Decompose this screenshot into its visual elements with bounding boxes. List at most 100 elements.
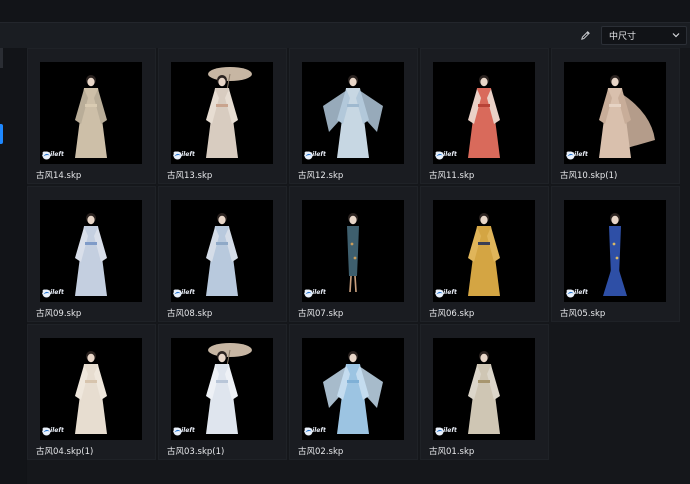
watermark: Sxileft [566, 289, 588, 298]
pencil-icon[interactable] [576, 26, 594, 44]
file-thumbnail[interactable]: Sxileft [302, 338, 404, 440]
watermark-logo-icon [42, 427, 51, 436]
file-thumbnail[interactable]: Sxileft [302, 200, 404, 302]
watermark: Sxileft [173, 289, 195, 298]
file-grid: Sxileft 古风14.skp Sxileft 古风13.skp Sxileft 古风1… [27, 48, 690, 484]
figure-silhouette [206, 67, 252, 158]
file-thumbnail[interactable]: Sxileft [40, 62, 142, 164]
file-card[interactable]: Sxileft 古风02.skp [289, 324, 418, 460]
file-card[interactable]: Sxileft 古风08.skp [158, 186, 287, 322]
file-thumbnail[interactable]: Sxileft [40, 200, 142, 302]
sidebar [0, 48, 26, 484]
figure-silhouette [468, 75, 500, 158]
watermark-logo-icon [304, 427, 313, 436]
watermark: Sxileft [304, 427, 326, 436]
sidebar-scroll-handle[interactable] [0, 48, 3, 68]
file-card[interactable]: Sxileft 古风04.skp(1) [27, 324, 156, 460]
file-name: 古风03.skp(1) [167, 447, 225, 457]
watermark-logo-icon [173, 289, 182, 298]
watermark: Sxileft [173, 427, 195, 436]
file-name: 古风11.skp [429, 171, 475, 181]
file-name: 古风06.skp [429, 309, 475, 319]
file-name: 古风10.skp(1) [560, 171, 618, 181]
watermark-logo-icon [566, 289, 575, 298]
file-card[interactable]: Sxileft 古风11.skp [420, 48, 549, 184]
file-name: 古风05.skp [560, 309, 606, 319]
watermark: Sxileft [304, 151, 326, 160]
file-thumbnail[interactable]: Sxileft [171, 338, 273, 440]
toolbar: 中尺寸 [0, 22, 690, 48]
figure-silhouette [75, 351, 107, 434]
file-card[interactable]: Sxileft 古风10.skp(1) [551, 48, 680, 184]
file-card[interactable]: Sxileft 古风05.skp [551, 186, 680, 322]
figure-silhouette [347, 213, 359, 293]
size-select-value: 中尺寸 [609, 32, 637, 42]
file-thumbnail[interactable]: Sxileft [433, 200, 535, 302]
file-card[interactable]: Sxileft 古风12.skp [289, 48, 418, 184]
figure-image [468, 213, 500, 296]
file-thumbnail[interactable]: Sxileft [171, 200, 273, 302]
watermark: Sxileft [566, 151, 588, 160]
file-card[interactable]: Sxileft 古风07.skp [289, 186, 418, 322]
file-thumbnail[interactable]: Sxileft [171, 62, 273, 164]
file-thumbnail[interactable]: Sxileft [433, 338, 535, 440]
figure-silhouette [206, 343, 252, 434]
watermark: Sxileft [42, 427, 64, 436]
watermark-logo-icon [566, 151, 575, 160]
watermark-logo-icon [435, 151, 444, 160]
file-thumbnail[interactable]: Sxileft [433, 62, 535, 164]
figure-silhouette [206, 213, 238, 296]
figure-image [323, 75, 383, 158]
figure-silhouette [75, 213, 107, 296]
chevron-down-icon [672, 33, 680, 38]
watermark-logo-icon [42, 151, 51, 160]
watermark-logo-icon [42, 289, 51, 298]
file-card[interactable]: Sxileft 古风03.skp(1) [158, 324, 287, 460]
title-bar [0, 0, 690, 22]
file-name: 古风04.skp(1) [36, 447, 94, 457]
file-name: 古风02.skp [298, 447, 344, 457]
file-thumbnail[interactable]: Sxileft [302, 62, 404, 164]
watermark-logo-icon [435, 289, 444, 298]
file-card[interactable]: Sxileft 古风09.skp [27, 186, 156, 322]
figure-silhouette [323, 351, 383, 434]
file-name: 古风12.skp [298, 171, 344, 181]
file-name: 古风08.skp [167, 309, 213, 319]
figure-silhouette [75, 75, 107, 158]
file-thumbnail[interactable]: Sxileft [564, 62, 666, 164]
figure-image [468, 75, 500, 158]
watermark: Sxileft [173, 151, 195, 160]
figure-image [323, 351, 383, 434]
watermark: Sxileft [435, 151, 457, 160]
figure-silhouette [599, 75, 655, 158]
file-card[interactable]: Sxileft 古风13.skp [158, 48, 287, 184]
watermark: Sxileft [435, 289, 457, 298]
figure-image [75, 351, 107, 434]
watermark-logo-icon [435, 427, 444, 436]
figure-silhouette [468, 213, 500, 296]
file-name: 古风13.skp [167, 171, 213, 181]
figure-image [75, 75, 107, 158]
file-name: 古风09.skp [36, 309, 82, 319]
figure-image [603, 213, 627, 296]
figure-image [347, 213, 359, 293]
file-card[interactable]: Sxileft 古风14.skp [27, 48, 156, 184]
file-card[interactable]: Sxileft 古风06.skp [420, 186, 549, 322]
file-thumbnail[interactable]: Sxileft [564, 200, 666, 302]
figure-silhouette [323, 75, 383, 158]
figure-image [468, 351, 500, 434]
sidebar-active-indicator[interactable] [0, 124, 3, 144]
figure-image [75, 213, 107, 296]
size-select[interactable]: 中尺寸 [601, 26, 687, 45]
watermark-logo-icon [173, 427, 182, 436]
figure-silhouette [468, 351, 500, 434]
watermark-logo-icon [304, 289, 313, 298]
watermark-logo-icon [304, 151, 313, 160]
figure-silhouette [603, 213, 627, 296]
figure-image [599, 75, 655, 158]
watermark: Sxileft [42, 151, 64, 160]
file-thumbnail[interactable]: Sxileft [40, 338, 142, 440]
figure-image [206, 343, 252, 434]
figure-image [206, 213, 238, 296]
file-card[interactable]: Sxileft 古风01.skp [420, 324, 549, 460]
